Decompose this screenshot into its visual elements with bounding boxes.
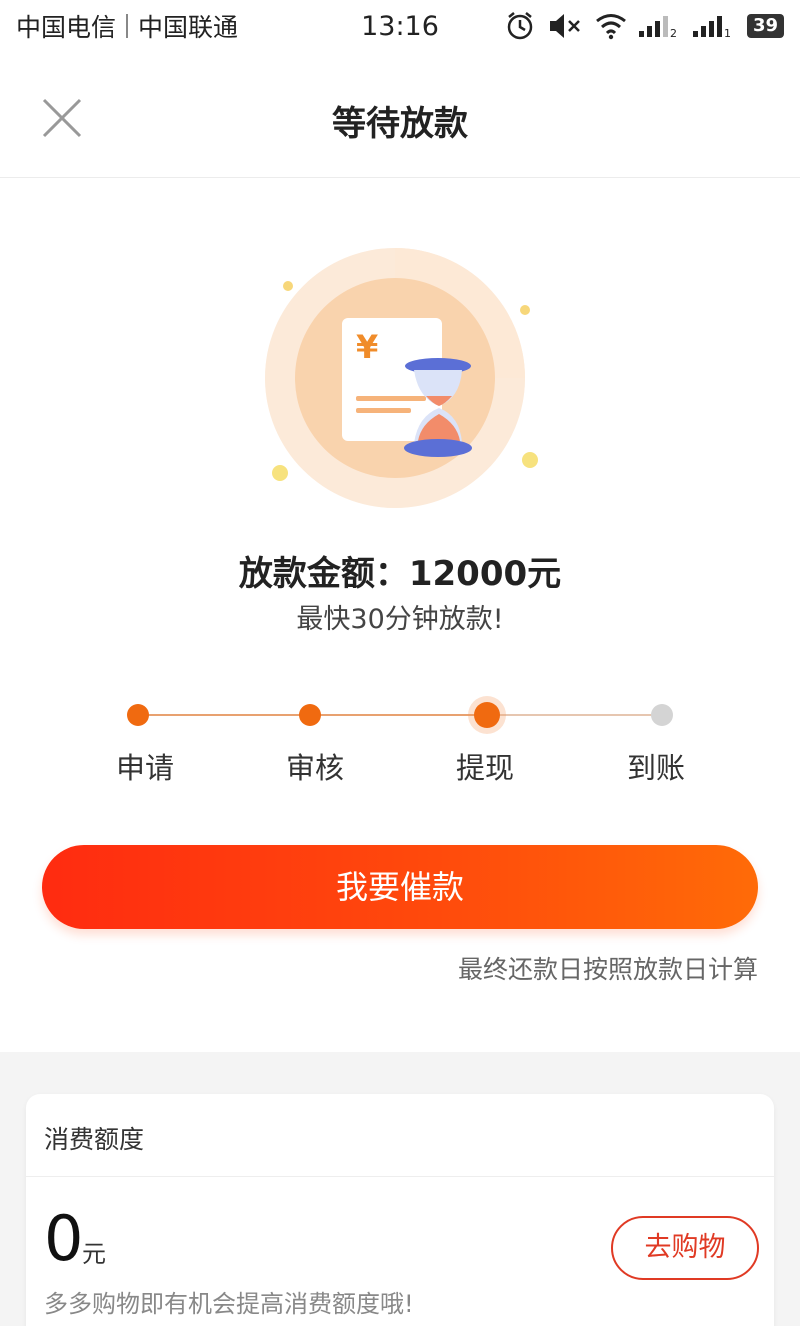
nav-header: 等待放款: [0, 52, 800, 178]
waiting-illustration: ¥: [250, 238, 550, 528]
progress-steps: 申请 审核 提现 到账: [0, 695, 800, 785]
loan-eta-text: 最快30分钟放款!: [296, 604, 504, 635]
step-label-arrived: 到账: [626, 751, 685, 785]
card-divider: [26, 1176, 774, 1177]
step-dot-apply: [127, 704, 149, 726]
step-dot-review: [299, 704, 321, 726]
repay-date-note: 最终还款日按照放款日计算: [457, 955, 758, 984]
battery-icon: 39: [746, 14, 784, 38]
signal-icon: 2: [638, 16, 677, 39]
step-label-apply: 申请: [115, 751, 174, 785]
svg-text:1: 1: [724, 27, 731, 39]
wifi-icon: [596, 14, 626, 40]
urge-loan-button[interactable]: 我要催款: [42, 845, 758, 929]
credit-tip-text: 多多购物即有机会提高消费额度哦!: [44, 1290, 414, 1318]
alarm-icon: [507, 12, 533, 40]
mute-icon: [549, 14, 580, 38]
carrier-info: 中国电信 中国联通: [16, 8, 238, 44]
credit-card-title: 消费额度: [44, 1125, 145, 1154]
step-dot-withdraw: [474, 702, 500, 728]
svg-text:¥: ¥: [356, 328, 378, 366]
go-shopping-button[interactable]: 去购物: [611, 1216, 759, 1280]
step-label-review: 审核: [285, 751, 344, 785]
carrier-separator: [126, 14, 129, 38]
step-label-withdraw: 提现: [455, 751, 514, 785]
signal-icon: 1: [692, 16, 731, 39]
credit-amount: 0: [44, 1202, 84, 1275]
loan-amount-title: 放款金额：12000元: [238, 554, 562, 594]
credit-limit-card: 消费额度 0 元 去购物 多多购物即有机会提高消费额度哦!: [26, 1094, 774, 1326]
carrier-1-label: 中国电信: [16, 13, 117, 42]
page-title: 等待放款: [332, 104, 468, 144]
step-dot-arrived: [651, 704, 673, 726]
hourglass-illustration: ¥: [265, 248, 538, 508]
status-icons: 2 1 39: [505, 11, 784, 41]
credit-unit: 元: [82, 1240, 106, 1268]
status-bar: 中国电信 中国联通 13:16 2 1 39: [0, 0, 800, 52]
carrier-2-label: 中国联通: [138, 13, 239, 42]
svg-text:2: 2: [670, 27, 677, 39]
progress-line-pending: [487, 714, 662, 716]
